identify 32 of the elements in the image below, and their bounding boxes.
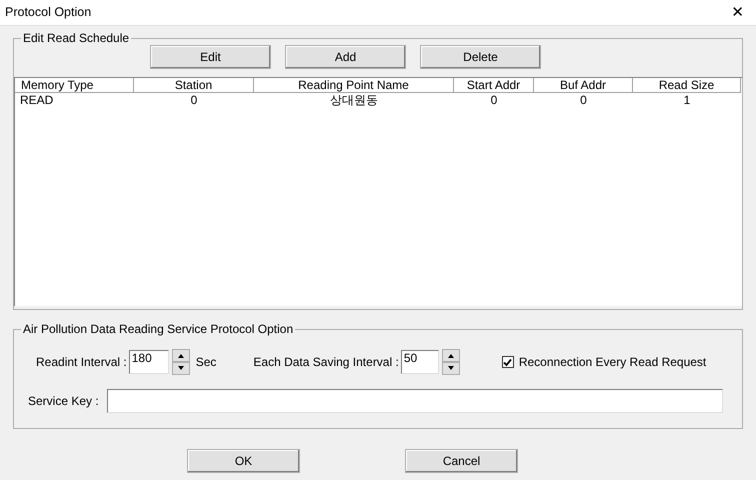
table-cell-text: READ xyxy=(19,93,54,107)
group-title: Air Pollution Data Reading Service Protocol Option xyxy=(21,322,296,336)
column-header[interactable]: Memory Type xyxy=(15,78,134,93)
spin-buttons[interactable] xyxy=(172,349,190,375)
group-title: Edit Read Schedule xyxy=(21,31,132,45)
column-header[interactable]: Read Size xyxy=(633,78,741,93)
column-header[interactable]: Buf Addr xyxy=(534,78,633,93)
spin-buttons[interactable] xyxy=(442,349,460,375)
checkbox[interactable] xyxy=(502,356,514,368)
action-button[interactable]: Delete xyxy=(420,45,541,69)
close-button[interactable]: ✕ xyxy=(725,5,750,20)
field-label: Readint Interval : xyxy=(36,354,127,371)
field-label: Service Key : xyxy=(28,393,99,410)
unit-label: Sec xyxy=(196,354,216,371)
column-header[interactable]: Station xyxy=(134,78,254,93)
number-field[interactable]: 180 xyxy=(128,350,169,374)
table-cell-text: 0 xyxy=(490,93,498,107)
table-cell-text: 상대원동 xyxy=(329,93,379,107)
dialog-button[interactable]: OK xyxy=(187,449,300,473)
text-field[interactable] xyxy=(106,389,723,413)
window-title: Protocol Option xyxy=(5,4,92,22)
field-label: Each Data Saving Interval : xyxy=(253,354,399,371)
dialog-button[interactable]: Cancel xyxy=(405,449,518,473)
table-cell-text: 0 xyxy=(579,93,588,107)
column-header[interactable]: Reading Point Name xyxy=(254,78,454,93)
table-cell-text: 1 xyxy=(682,93,692,107)
table-cell-text: 0 xyxy=(190,93,198,107)
checkbox-label: Reconnection Every Read Request xyxy=(518,354,706,371)
number-field[interactable]: 50 xyxy=(400,350,439,374)
action-button[interactable]: Add xyxy=(285,45,406,69)
action-button[interactable]: Edit xyxy=(150,45,271,69)
column-header[interactable]: Start Addr xyxy=(454,78,534,93)
